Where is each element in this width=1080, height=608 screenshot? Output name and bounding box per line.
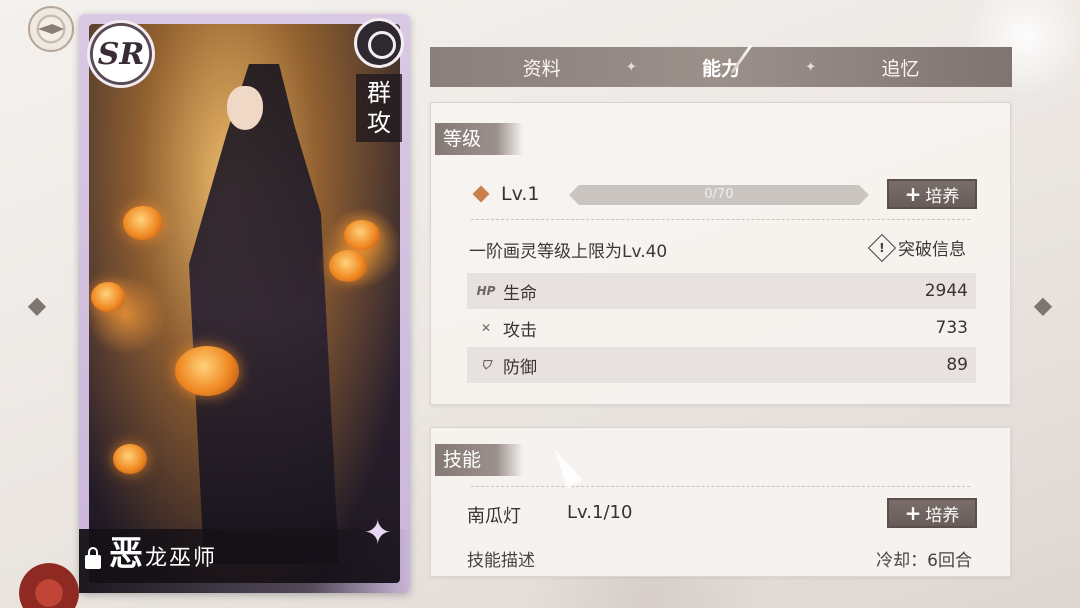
plus-icon: + [904,501,922,525]
pumpkin-lantern [123,206,163,240]
level-train-button[interactable]: + 培养 [887,179,977,209]
level-limit-text: 一阶画灵等级上限为Lv.40 [469,242,668,262]
level-diamond-icon [472,185,490,203]
prev-character-arrow-icon[interactable]: ◆ [20,288,54,322]
gauge-needle [38,24,64,34]
role-tag: 群攻 [356,74,402,142]
name-bar: 恶龙巫师 [79,529,410,593]
class-icon [354,18,404,68]
skill-train-button[interactable]: + 培养 [887,498,977,528]
tab-memory[interactable]: 追忆 [881,54,919,81]
pumpkin-lantern [329,250,367,282]
stat-value: 733 [935,318,968,338]
stat-row-defense: ⛉ 防御 89 [467,347,976,383]
character-name-rest: 龙巫师 [145,546,218,571]
hp-icon: HP [476,284,496,298]
tab-profile[interactable]: 资料 [523,54,561,81]
next-character-arrow-icon[interactable]: ◆ [1026,288,1060,322]
stat-name: 生命 [503,283,537,304]
tab-separator-icon: ✦ [625,59,637,75]
skill-panel: 技能 南瓜灯 Lv.1/10 + 培养 技能描述 冷却：6回合 [430,427,1011,577]
exclamation-icon: ! [867,233,897,262]
tab-separator-icon: ✦ [805,59,817,75]
shield-icon: ⛉ [481,357,491,372]
pumpkin-lantern [175,346,239,396]
skill-train-label: 培养 [925,505,960,526]
skill-name: 南瓜灯 [467,506,521,527]
exp-progress-bar: 0/70 [569,185,869,205]
tab-bar: 资料 ✦ 能力 ✦ 追忆 [430,43,1012,87]
exp-text: 0/70 [704,187,734,202]
divider [471,486,970,487]
character-name-main: 恶 [109,534,145,574]
stat-name: 防御 [503,357,537,378]
stat-row-hp: HP 生命 2944 [467,273,976,309]
character-card[interactable]: SR 群攻 恶龙巫师 ✦ [79,14,410,593]
rarity-badge: SR [87,20,155,88]
stat-row-attack: ✕ 攻击 733 [467,310,976,346]
stat-name: 攻击 [503,320,537,341]
skill-cooldown: 冷却：6回合 [876,551,972,571]
stat-value: 89 [946,355,968,375]
character-figure [189,64,339,564]
attack-icon: ✕ [480,321,492,335]
character-face [227,86,263,130]
plus-icon: + [904,182,922,206]
break-info-button[interactable]: ! 突破信息 [867,233,966,262]
compass-gauge-icon[interactable] [28,6,74,52]
level-section-title: 等级 [435,123,523,155]
stat-value: 2944 [924,281,968,301]
character-illustration [89,24,400,583]
skill-level: Lv.1/10 [567,502,633,523]
lock-icon[interactable] [85,547,101,569]
tab-ability[interactable]: 能力 [702,43,753,81]
pumpkin-lantern [91,282,125,312]
skill-description-link[interactable]: 技能描述 [467,546,535,571]
pumpkin-lantern [113,444,147,474]
break-info-label: 突破信息 [898,240,966,260]
level-value: Lv.1 [501,183,540,205]
character-name: 恶龙巫师 [109,526,217,575]
divider [471,219,970,220]
skill-section-title: 技能 [435,444,523,476]
level-train-label: 培养 [925,186,960,207]
sparkle-icon: ✦ [363,513,393,553]
pumpkin-lantern [344,220,380,250]
level-panel: 等级 Lv.1 0/70 + 培养 一阶画灵等级上限为Lv.40 ! 突破信息 … [430,102,1011,405]
